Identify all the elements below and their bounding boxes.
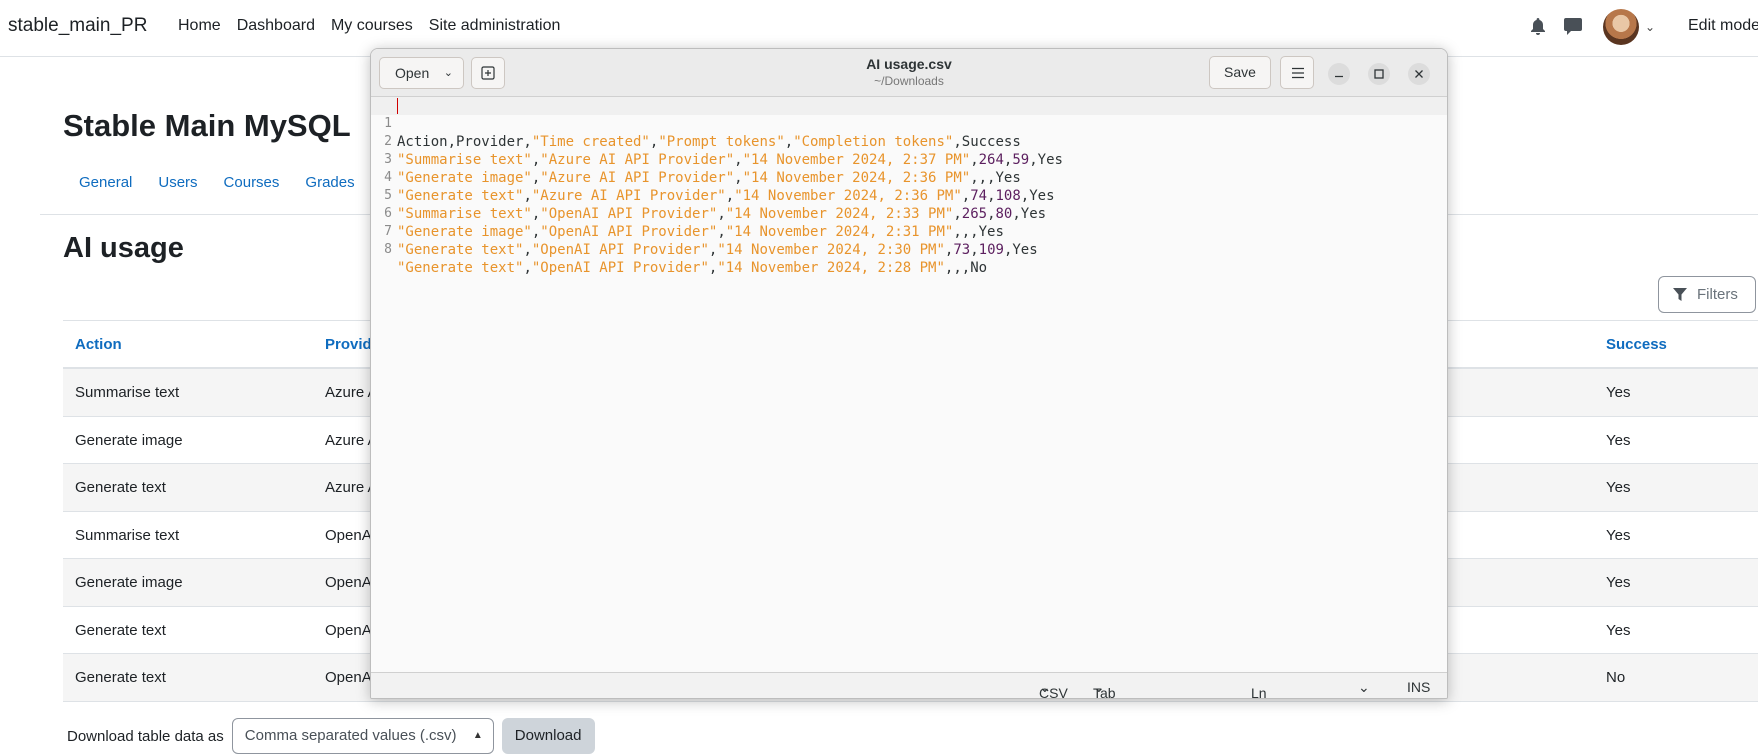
- code-text: "Generate text","OpenAI API Provider","1…: [397, 260, 988, 276]
- maximize-icon: [1374, 69, 1384, 79]
- code-line: 5 "Summarise text","OpenAI API Provider"…: [371, 169, 1447, 222]
- code-line: 1 Action,Provider,"Time created","Prompt…: [371, 97, 1447, 150]
- cell-action: Generate image: [75, 574, 183, 591]
- site-brand[interactable]: stable_main_PR: [8, 15, 147, 37]
- nav-site-administration[interactable]: Site administration: [429, 17, 561, 35]
- chat-icon[interactable]: [1564, 18, 1582, 35]
- cell-action: Summarise text: [75, 384, 180, 401]
- cell-success: Yes: [1606, 479, 1631, 496]
- language-label: CSV: [1039, 685, 1068, 699]
- tab-general[interactable]: General: [79, 174, 132, 191]
- cell-success: Yes: [1606, 384, 1631, 401]
- chevron-down-icon[interactable]: ⌄: [1358, 679, 1370, 696]
- cursor-position-label: Ln 1, Col 1: [1251, 685, 1267, 699]
- download-button[interactable]: Download: [501, 718, 595, 754]
- tab-users[interactable]: Users: [158, 174, 197, 191]
- cell-success: No: [1606, 669, 1626, 686]
- maximize-button[interactable]: [1368, 63, 1390, 85]
- select-arrows-icon: ▲▼: [472, 730, 483, 741]
- code-line: 4 "Generate text","Azure AI API Provider…: [371, 151, 1447, 204]
- code-line: 7 "Generate text","OpenAI API Provider",…: [371, 205, 1447, 258]
- header-success[interactable]: Success: [1606, 336, 1667, 353]
- cell-action: Generate text: [75, 479, 166, 496]
- tab-width-label: Tab Width: 8: [1093, 685, 1116, 699]
- nav-home[interactable]: Home: [178, 17, 221, 35]
- edit-mode-toggle[interactable]: Edit mode: [1688, 17, 1758, 35]
- code-line: 8 "Generate text","OpenAI API Provider",…: [371, 223, 1447, 276]
- cell-success: Yes: [1606, 526, 1631, 544]
- hamburger-menu-button[interactable]: [1280, 56, 1314, 89]
- bell-icon[interactable]: [1530, 18, 1546, 36]
- chevron-down-icon[interactable]: ⌄: [1645, 20, 1655, 34]
- minimize-icon: [1335, 75, 1343, 78]
- filters-label: Filters: [1697, 286, 1738, 303]
- close-icon: [1415, 70, 1423, 78]
- page-title: Stable Main MySQL: [63, 108, 351, 143]
- cell-action: Generate image: [75, 431, 183, 449]
- cell-action: Summarise text: [75, 526, 180, 544]
- save-button[interactable]: Save: [1209, 56, 1271, 89]
- editor-text-area[interactable]: 1 Action,Provider,"Time created","Prompt…: [371, 97, 1447, 672]
- filters-button[interactable]: Filters: [1658, 276, 1756, 313]
- tab-grades[interactable]: Grades: [305, 174, 354, 191]
- download-format-select[interactable]: Comma separated values (.csv) ▲▼: [231, 718, 494, 754]
- tab-width-selector[interactable]: Tab Width: 8 ⌄: [1093, 679, 1116, 698]
- cell-success: Yes: [1606, 574, 1631, 591]
- code-text: "Generate text","OpenAI API Provider","1…: [397, 242, 1038, 258]
- insert-mode-indicator: INS: [1407, 679, 1431, 695]
- code-line: 6 "Generate image","OpenAI API Provider"…: [371, 187, 1447, 240]
- text-editor-window: Open ⌄ AI usage.csv ~/Downloads Save 1 A…: [370, 48, 1448, 699]
- line-number: 8: [384, 242, 392, 257]
- user-avatar[interactable]: [1603, 9, 1639, 45]
- text-cursor: [397, 98, 398, 114]
- menu-icon: [1292, 67, 1304, 79]
- minimize-button[interactable]: [1328, 63, 1350, 85]
- secondary-nav: General Users Courses Grades: [79, 174, 355, 191]
- editor-statusbar: CSV ⌄ Tab Width: 8 ⌄ Ln 1, Col 1 ⌄ INS: [371, 672, 1447, 699]
- download-label: Download table data as: [67, 727, 224, 745]
- nav-my-courses[interactable]: My courses: [331, 17, 413, 35]
- cell-success: Yes: [1606, 621, 1631, 639]
- code-line: 2 "Summarise text","Azure AI API Provide…: [371, 115, 1447, 168]
- close-button[interactable]: [1408, 63, 1430, 85]
- download-format-value: Comma separated values (.csv): [244, 727, 457, 744]
- download-bar: Download table data as Comma separated v…: [67, 718, 595, 754]
- editor-headerbar: Open ⌄ AI usage.csv ~/Downloads Save: [371, 49, 1447, 97]
- nav-dashboard[interactable]: Dashboard: [237, 17, 315, 35]
- cell-action: Generate text: [75, 621, 166, 639]
- code-line: 3 "Generate image","Azure AI API Provide…: [371, 133, 1447, 186]
- header-action[interactable]: Action: [75, 336, 122, 353]
- tab-courses[interactable]: Courses: [224, 174, 280, 191]
- cell-success: Yes: [1606, 431, 1631, 449]
- language-selector[interactable]: CSV ⌄: [1039, 679, 1068, 698]
- cell-action: Generate text: [75, 669, 166, 686]
- filter-icon: [1673, 287, 1687, 301]
- report-title: AI usage: [63, 232, 184, 264]
- primary-nav: Home Dashboard My courses Site administr…: [178, 17, 560, 35]
